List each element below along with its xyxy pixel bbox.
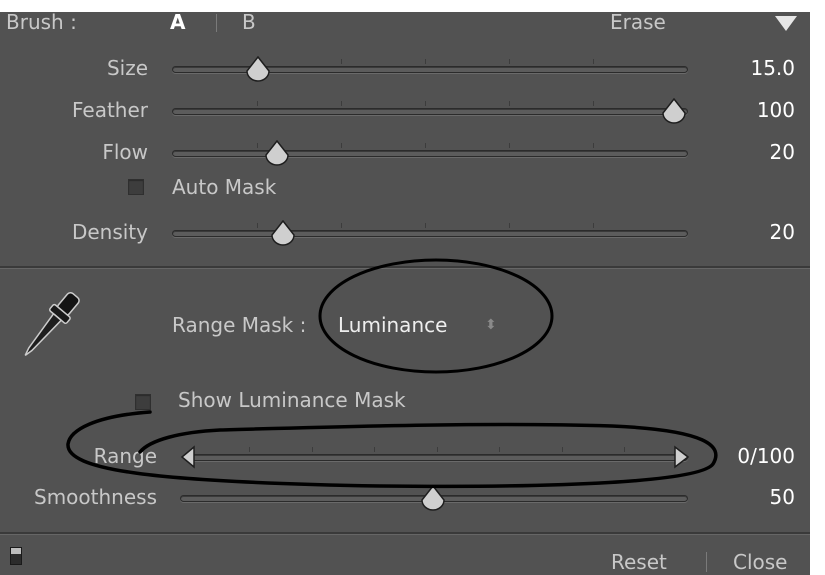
- brush-erase[interactable]: Erase: [610, 12, 666, 34]
- flow-value[interactable]: 20: [705, 140, 795, 164]
- range-value[interactable]: 0/100: [705, 444, 795, 468]
- footer-separator: [706, 552, 707, 572]
- dropdown-arrows-icon[interactable]: ⬍: [485, 313, 497, 337]
- brush-label: Brush :: [6, 12, 77, 34]
- range-slider-track[interactable]: [186, 447, 688, 461]
- range-mask-select[interactable]: Luminance: [338, 313, 447, 337]
- section-divider: [0, 266, 810, 269]
- size-slider-thumb[interactable]: [244, 56, 272, 82]
- show-luminance-mask-checkbox[interactable]: [135, 394, 151, 410]
- smoothness-value[interactable]: 50: [705, 485, 795, 509]
- size-value[interactable]: 15.0: [705, 56, 795, 80]
- reset-button[interactable]: Reset: [611, 550, 667, 574]
- density-slider-track[interactable]: [172, 223, 688, 237]
- feather-slider-thumb[interactable]: [660, 98, 688, 124]
- panel-toggle-switch[interactable]: [10, 547, 22, 565]
- range-label: Range: [93, 444, 157, 468]
- collapse-triangle-icon[interactable]: [773, 14, 799, 32]
- flow-slider-track[interactable]: [172, 143, 688, 157]
- density-slider-thumb[interactable]: [269, 220, 297, 246]
- size-label: Size: [106, 56, 148, 80]
- auto-mask-label: Auto Mask: [172, 175, 277, 199]
- tab-divider: [216, 14, 217, 32]
- footer-divider: [0, 532, 810, 535]
- flow-label: Flow: [102, 140, 148, 164]
- eyedropper-icon[interactable]: [12, 284, 86, 370]
- feather-value[interactable]: 100: [705, 98, 795, 122]
- smoothness-label: Smoothness: [34, 485, 157, 509]
- auto-mask-checkbox[interactable]: [128, 179, 144, 195]
- density-label: Density: [71, 220, 148, 244]
- annotation-range-loop: [66, 410, 718, 489]
- adjustment-brush-panel: Brush : A B Erase Size 15.0 Feather 100 …: [0, 12, 810, 575]
- range-low-thumb[interactable]: [180, 445, 200, 469]
- feather-slider-track[interactable]: [172, 101, 688, 115]
- flow-slider-thumb[interactable]: [263, 140, 291, 166]
- smoothness-slider-thumb[interactable]: [419, 485, 447, 511]
- brush-tab-a[interactable]: A: [170, 12, 185, 34]
- brush-tab-b[interactable]: B: [242, 12, 256, 34]
- show-luminance-mask-label: Show Luminance Mask: [178, 388, 406, 412]
- density-value[interactable]: 20: [705, 220, 795, 244]
- range-high-thumb[interactable]: [670, 445, 690, 469]
- close-button[interactable]: Close: [733, 550, 787, 574]
- range-mask-label: Range Mask :: [172, 313, 307, 337]
- feather-label: Feather: [71, 98, 148, 122]
